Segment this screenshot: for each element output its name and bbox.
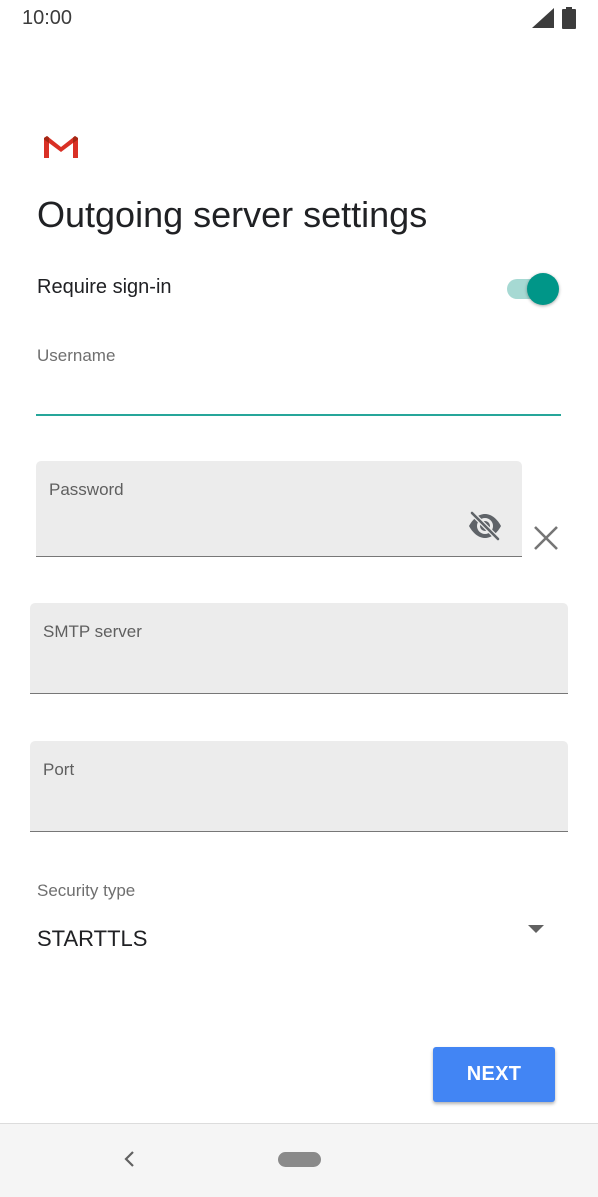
username-field: Username: [36, 340, 561, 416]
signal-icon: [532, 8, 554, 28]
port-input[interactable]: [43, 795, 518, 825]
battery-icon: [562, 7, 576, 29]
page-title: Outgoing server settings: [37, 194, 428, 235]
require-signin-toggle[interactable]: [505, 272, 559, 306]
require-signin-label: Require sign-in: [37, 276, 172, 298]
dropdown-arrow-icon: [528, 925, 544, 933]
close-icon[interactable]: [532, 524, 560, 552]
security-type-label: Security type: [37, 881, 136, 900]
password-field[interactable]: Password: [36, 461, 522, 557]
gmail-logo: [44, 136, 78, 158]
username-label: Username: [37, 346, 116, 365]
password-input[interactable]: [49, 520, 472, 550]
visibility-off-icon[interactable]: [467, 511, 503, 541]
security-type-dropdown[interactable]: STARTTLS: [36, 920, 558, 960]
smtp-server-input[interactable]: [43, 657, 518, 687]
toggle-thumb: [527, 273, 559, 305]
username-input[interactable]: [36, 376, 561, 416]
back-icon[interactable]: [119, 1148, 141, 1170]
home-pill[interactable]: [278, 1152, 321, 1167]
status-time: 10:00: [22, 7, 73, 29]
smtp-server-field[interactable]: SMTP server: [30, 603, 568, 694]
security-type-value: STARTTLS: [37, 926, 148, 951]
password-label: Password: [49, 480, 124, 499]
port-label: Port: [43, 760, 75, 779]
next-button[interactable]: NEXT: [433, 1047, 555, 1102]
smtp-server-label: SMTP server: [43, 622, 142, 641]
port-field[interactable]: Port: [30, 741, 568, 832]
